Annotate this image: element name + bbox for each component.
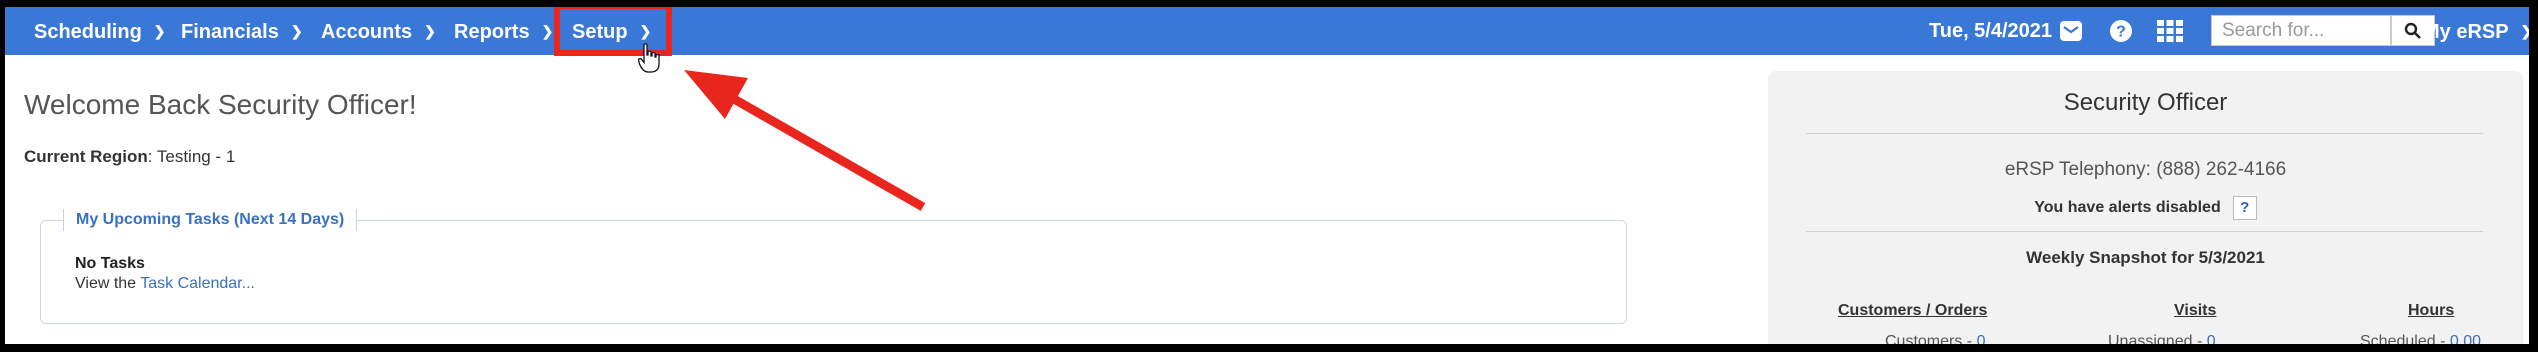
help-icon[interactable]: ? xyxy=(2109,19,2133,43)
customers-count: Customers - 0 xyxy=(1885,333,1986,344)
alerts-help-button[interactable]: ? xyxy=(2232,196,2257,220)
scheduled-hours: Scheduled - 0.00 xyxy=(2360,333,2481,344)
app-window: Scheduling ❯ Financials ❯ Accounts ❯ Report… xyxy=(5,7,2529,344)
chevron-down-icon: ❯ xyxy=(2521,7,2529,55)
customers-orders-header[interactable]: Customers / Orders xyxy=(1838,302,1987,320)
task-calendar-link[interactable]: Task Calendar... xyxy=(140,275,255,292)
user-summary-panel: Security Officer eRSP Telephony: (888) 2… xyxy=(1768,71,2523,344)
search-icon xyxy=(2404,22,2421,39)
apps-grid-icon[interactable] xyxy=(2157,19,2183,43)
annotation-arrow xyxy=(684,70,926,211)
account-menu[interactable]: My eRSP❯ xyxy=(2423,7,2529,55)
task-calendar-line: View the Task Calendar... xyxy=(75,275,255,292)
unassigned-visits-count: Unassigned - 0 xyxy=(2108,333,2216,344)
divider xyxy=(1806,133,2483,134)
visits-header[interactable]: Visits xyxy=(2174,302,2216,320)
no-tasks-text: No Tasks xyxy=(75,255,145,272)
alerts-status: You have alerts disabled? xyxy=(1768,196,2523,220)
current-date: Tue, 5/4/2021 xyxy=(1929,20,2053,42)
weekly-snapshot-title: Weekly Snapshot for 5/3/2021 xyxy=(2026,248,2265,267)
divider xyxy=(1806,231,2483,232)
telephony-number: eRSP Telephony: (888) 262-4166 xyxy=(2004,159,2287,180)
svg-text:?: ? xyxy=(2116,24,2126,41)
mail-icon[interactable] xyxy=(2059,19,2083,43)
search-input[interactable]: Search for... xyxy=(2211,15,2391,46)
hours-header[interactable]: Hours xyxy=(2408,302,2454,320)
user-name-heading: Security Officer xyxy=(2063,89,2228,116)
